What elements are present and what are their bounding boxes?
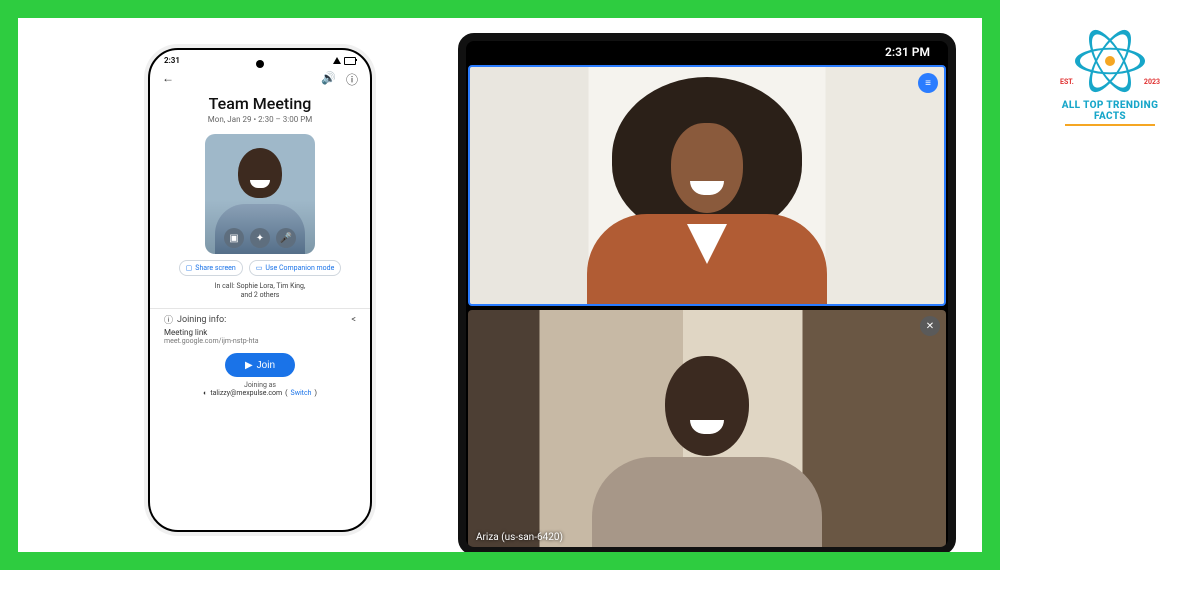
account-icon: ◐ [203, 389, 207, 397]
joining-info-label: Joining info: [177, 315, 226, 325]
tablet-status-bar: 2:31 PM [466, 41, 948, 63]
meeting-link-label: Meeting link [150, 326, 370, 337]
phone-camera-dot [256, 60, 264, 68]
back-icon[interactable]: ← [162, 71, 174, 88]
companion-mode-label: Use Companion mode [265, 264, 334, 272]
info-icon[interactable]: ⓘ [346, 71, 358, 88]
info-outline-icon: ⓘ [164, 313, 173, 326]
avatar-illustration [671, 123, 743, 213]
logo-est: EST. [1060, 78, 1074, 86]
logo-year: 2023 [1144, 78, 1160, 86]
mic-muted-icon: ✕ [920, 316, 940, 336]
video-icon: ▶ [245, 360, 253, 371]
site-logo: EST. 2023 ALL TOP TRENDING FACTS [1050, 26, 1170, 126]
divider [150, 308, 370, 309]
share-screen-button[interactable]: ▢ Share screen [179, 260, 243, 276]
meeting-link-value: meet.google.com/ijm-nstp-hta [150, 337, 370, 345]
app-top-bar: ← 🔊 ⓘ [150, 67, 370, 90]
logo-underline [1065, 124, 1155, 126]
join-button[interactable]: ▶ Join [225, 353, 295, 377]
promo-frame: 2:31 ← 🔊 ⓘ Team Meeting Mon, Jan 29 • 2:… [0, 0, 1000, 570]
mic-toggle-icon[interactable]: 🎤 [276, 228, 296, 248]
laptop-icon: ▭ [256, 264, 263, 272]
in-call-line: In call: Sophie Lora, Tim King, [150, 282, 370, 291]
phone-mockup: 2:31 ← 🔊 ⓘ Team Meeting Mon, Jan 29 • 2:… [148, 48, 372, 532]
avatar-illustration [592, 457, 822, 547]
speaking-indicator-icon: ≡ [918, 73, 938, 93]
in-call-line: and 2 others [150, 291, 370, 300]
companion-mode-button[interactable]: ▭ Use Companion mode [249, 260, 342, 276]
avatar-illustration [587, 214, 827, 306]
meeting-subtitle: Mon, Jan 29 • 2:30 – 3:00 PM [150, 115, 370, 124]
switch-account-link[interactable]: Switch [291, 389, 312, 397]
share-icon[interactable]: < [351, 315, 356, 325]
avatar-illustration [238, 148, 282, 198]
avatar-illustration [665, 356, 749, 456]
participant-tile[interactable]: ✕ Ariza (us-san-6420) [468, 310, 946, 547]
self-video-preview: ▣ ✦ 🎤 [205, 134, 315, 254]
meeting-title: Team Meeting [150, 94, 370, 113]
promo-canvas: 2:31 ← 🔊 ⓘ Team Meeting Mon, Jan 29 • 2:… [18, 18, 982, 552]
share-screen-label: Share screen [195, 264, 235, 272]
joining-as-label: Joining as [150, 381, 370, 389]
cast-icon: ▢ [186, 264, 193, 272]
speaker-icon[interactable]: 🔊 [321, 71, 336, 88]
participant-name-label: Ariza (us-san-6420) [476, 532, 563, 543]
battery-icon [344, 57, 356, 65]
atom-icon [1075, 26, 1145, 96]
join-button-label: Join [257, 360, 275, 371]
signal-icon [333, 57, 341, 64]
video-grid: ≡ ✕ Ariza (us-san-6420) [466, 63, 948, 549]
tablet-mockup: 2:31 PM ≡ ✕ Ariza (us-san-6420) [458, 33, 956, 552]
camera-toggle-icon[interactable]: ▣ [224, 228, 244, 248]
joining-as-email: talizzy@mexpulse.com [210, 389, 282, 397]
status-time: 2:31 [164, 56, 180, 65]
in-call-participants: In call: Sophie Lora, Tim King, and 2 ot… [150, 282, 370, 300]
participant-tile[interactable]: ≡ [468, 65, 946, 306]
tablet-status-time: 2:31 PM [885, 45, 930, 59]
effects-icon[interactable]: ✦ [250, 228, 270, 248]
logo-name: ALL TOP TRENDING FACTS [1050, 100, 1170, 122]
